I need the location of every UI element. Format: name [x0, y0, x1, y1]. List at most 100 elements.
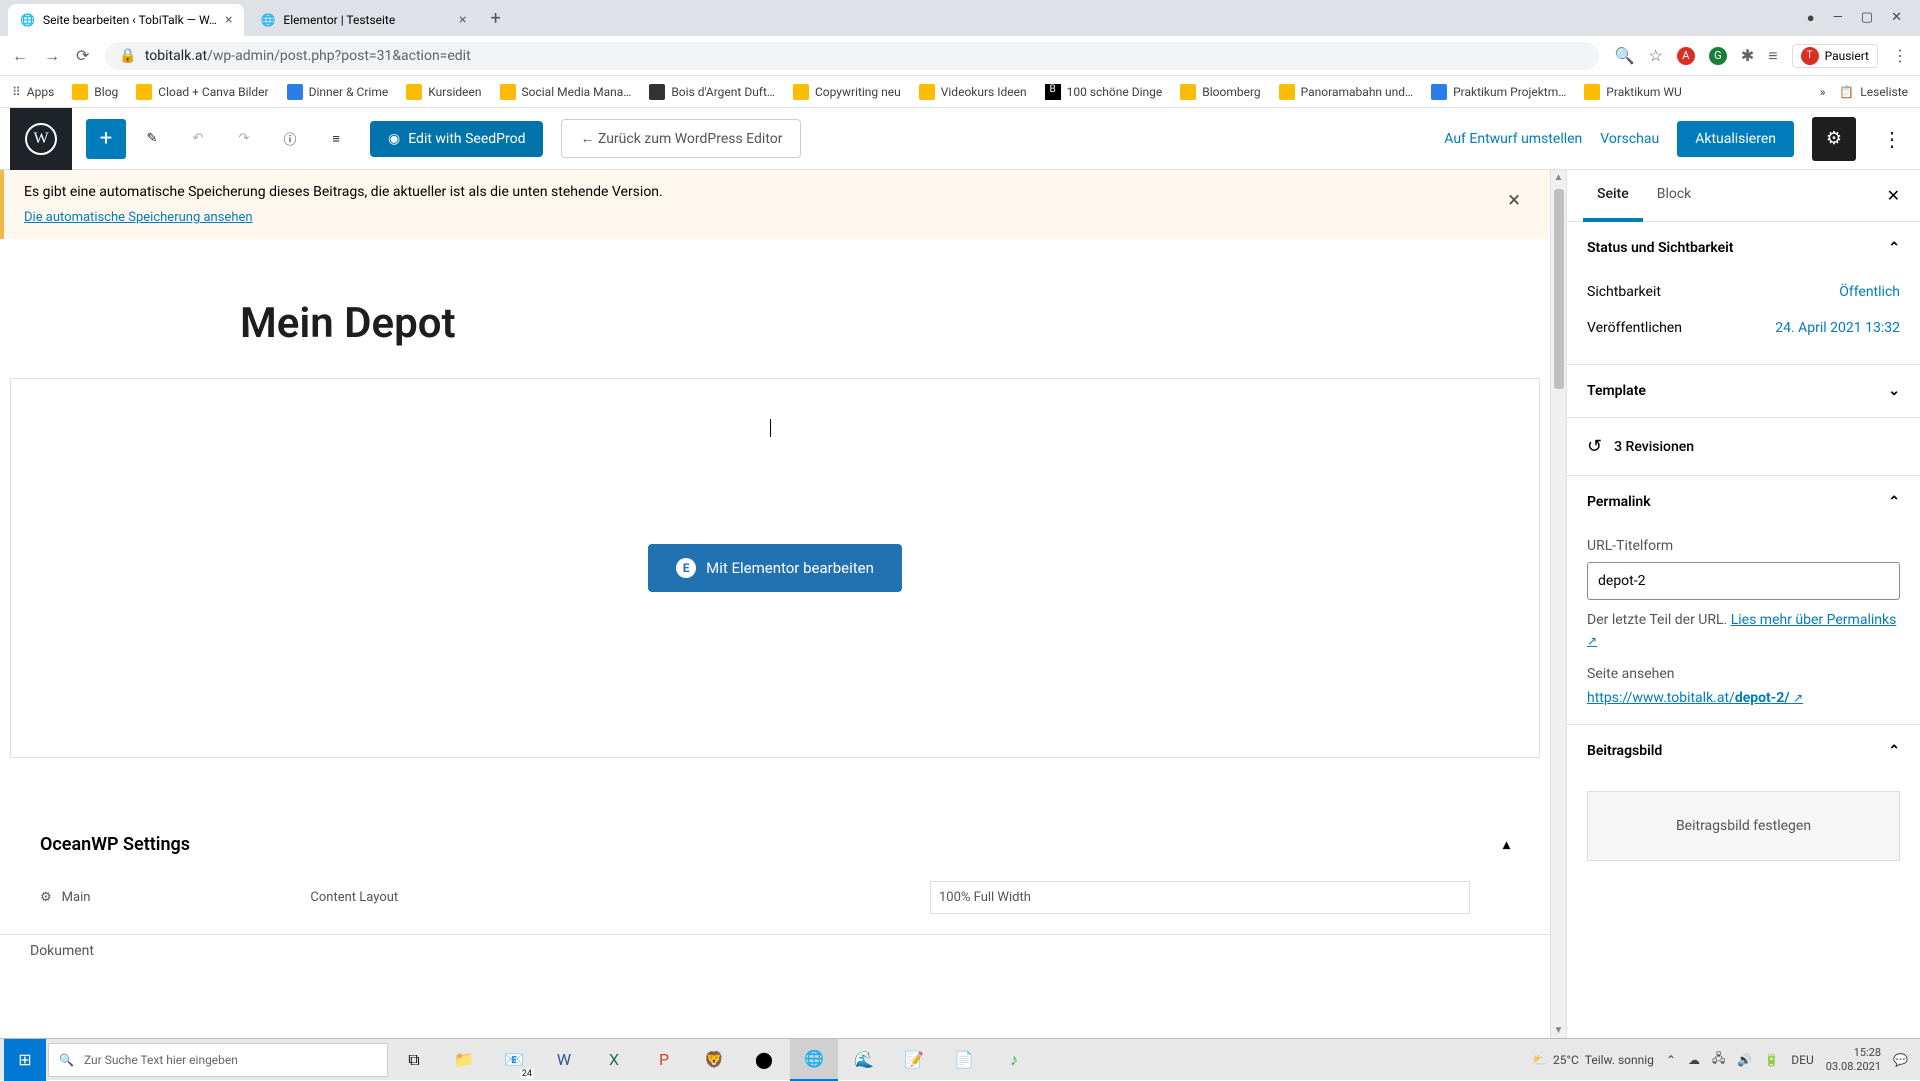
reading-list-button[interactable]: 📋Leseliste — [1839, 85, 1908, 99]
kebab-menu-icon[interactable]: ⋮ — [1892, 46, 1908, 65]
set-featured-image-button[interactable]: Beitragsbild festlegen — [1587, 791, 1900, 861]
document-breadcrumb[interactable]: Dokument — [0, 934, 1550, 967]
bookmark-item[interactable]: Praktikum Projektm… — [1431, 84, 1566, 100]
scroll-up-icon[interactable]: ▲ — [1554, 170, 1564, 185]
extensions-puzzle-icon[interactable]: ✱ — [1741, 46, 1754, 65]
scroll-thumb[interactable] — [1554, 189, 1564, 389]
bookmark-item[interactable]: B100 schöne Dinge — [1045, 84, 1163, 100]
url-slug-input[interactable] — [1587, 562, 1900, 600]
language-indicator[interactable]: DEU — [1791, 1053, 1813, 1067]
clock[interactable]: 15:28 03.08.2021 — [1826, 1046, 1881, 1072]
outline-icon[interactable]: ≡ — [316, 119, 356, 159]
spotify-icon[interactable]: ♪ — [990, 1039, 1038, 1081]
publish-date[interactable]: 24. April 2021 13:32 — [1775, 320, 1900, 336]
details-icon[interactable]: ⓘ — [270, 119, 310, 159]
brave-icon[interactable]: 🦁 — [690, 1039, 738, 1081]
word-icon[interactable]: W — [540, 1039, 588, 1081]
bookmark-item[interactable]: Videokurs Ideen — [919, 84, 1027, 100]
scroll-down-icon[interactable]: ▼ — [1554, 1023, 1564, 1038]
extension-grammarly-icon[interactable]: G — [1709, 47, 1727, 65]
close-tab-icon[interactable]: × — [225, 12, 232, 28]
editor-app-icon[interactable]: 📝 — [890, 1039, 938, 1081]
switch-to-draft-link[interactable]: Auf Entwurf umstellen — [1444, 131, 1582, 147]
minimize-icon[interactable]: — — [1833, 10, 1843, 26]
account-dot-icon[interactable]: ● — [1807, 10, 1815, 26]
bookmark-item[interactable]: Social Media Mana… — [500, 84, 632, 100]
file-explorer-icon[interactable]: 📁 — [440, 1039, 488, 1081]
bookmark-item[interactable]: Dinner & Crime — [287, 84, 389, 100]
preview-link[interactable]: Vorschau — [1600, 131, 1659, 147]
new-tab-button[interactable]: + — [482, 8, 508, 29]
taskbar-search[interactable]: 🔍 Zur Suche Text hier eingeben — [48, 1043, 388, 1077]
apps-button[interactable]: ⠿Apps — [12, 85, 54, 99]
notifications-icon[interactable]: 💬 — [1893, 1053, 1908, 1067]
close-notice-icon[interactable]: × — [1508, 188, 1520, 213]
star-icon[interactable]: ☆ — [1648, 46, 1662, 65]
reading-list-icon[interactable]: ≡ — [1768, 46, 1777, 66]
volume-icon[interactable]: 🔊 — [1737, 1053, 1752, 1067]
panel-header-permalink[interactable]: Permalink ⌃ — [1567, 476, 1920, 528]
content-layout-select[interactable]: 100% Full Width — [930, 881, 1470, 914]
task-view-icon[interactable]: ⧉ — [390, 1039, 438, 1081]
tray-overflow-icon[interactable]: ⌃ — [1666, 1053, 1676, 1067]
back-icon[interactable]: ← — [12, 46, 28, 66]
bookmark-item[interactable]: Praktikum WU — [1584, 84, 1681, 100]
autosave-link[interactable]: Die automatische Speicherung ansehen — [24, 210, 253, 225]
zoom-icon[interactable]: 🔍 — [1615, 46, 1635, 65]
bookmark-item[interactable]: Copywriting neu — [793, 84, 901, 100]
browser-tab-active[interactable]: 🌐 Seite bearbeiten ‹ TobiTalk — W… × — [8, 4, 244, 36]
reload-icon[interactable]: ⟳ — [76, 46, 89, 65]
maximize-icon[interactable]: ▢ — [1861, 10, 1873, 26]
bookmark-item[interactable]: Blog — [72, 84, 118, 100]
excel-icon[interactable]: X — [590, 1039, 638, 1081]
edge-icon[interactable]: 🌊 — [840, 1039, 888, 1081]
bookmark-overflow-icon[interactable]: » — [1820, 85, 1826, 99]
visibility-value[interactable]: Öffentlich — [1839, 284, 1900, 300]
profile-badge[interactable]: T Pausiert — [1792, 44, 1878, 68]
bookmark-item[interactable]: Bloomberg — [1180, 84, 1260, 100]
edit-with-elementor-button[interactable]: E Mit Elementor bearbeiten — [648, 544, 902, 592]
options-kebab-icon[interactable]: ⋮ — [1874, 127, 1910, 151]
add-block-button[interactable]: + — [86, 119, 126, 159]
redo-icon[interactable]: ↷ — [224, 119, 264, 159]
close-tab-icon[interactable]: × — [459, 12, 466, 28]
tools-pencil-icon[interactable]: ✎ — [132, 119, 172, 159]
collapse-icon[interactable]: ▴ — [1503, 837, 1510, 853]
tab-block[interactable]: Block — [1643, 170, 1706, 221]
close-sidebar-icon[interactable]: ✕ — [1883, 170, 1904, 221]
revisions-link[interactable]: ↺ 3 Revisionen — [1567, 418, 1920, 475]
close-window-icon[interactable]: ✕ — [1891, 10, 1902, 26]
update-button[interactable]: Aktualisieren — [1677, 121, 1794, 157]
network-icon[interactable]: 🖧 — [1712, 1049, 1725, 1070]
post-title[interactable]: Mein Depot — [240, 299, 1310, 348]
onedrive-icon[interactable]: ☁ — [1688, 1053, 1700, 1067]
forward-icon[interactable]: → — [44, 46, 60, 66]
page-url-link[interactable]: https://www.tobitalk.at/depot-2/ ↗ — [1587, 690, 1803, 706]
browser-tab[interactable]: 🌐 Elementor | Testseite × — [248, 4, 478, 36]
tab-page[interactable]: Seite — [1583, 170, 1643, 221]
wordpress-logo[interactable] — [10, 108, 72, 170]
chrome-icon[interactable]: 🌐 — [790, 1039, 838, 1081]
bookmark-item[interactable]: Bois d'Argent Duft… — [649, 84, 775, 100]
bookmark-item[interactable]: Kursideen — [406, 84, 481, 100]
settings-gear-icon[interactable]: ⚙ — [1812, 117, 1856, 161]
powerpoint-icon[interactable]: P — [640, 1039, 688, 1081]
back-to-wp-editor-button[interactable]: ← Zurück zum WordPress Editor — [561, 119, 801, 158]
undo-icon[interactable]: ↶ — [178, 119, 218, 159]
obs-icon[interactable]: ⬤ — [740, 1039, 788, 1081]
oceanwp-settings-header[interactable]: OceanWP Settings ▴ — [10, 818, 1540, 871]
panel-header-status[interactable]: Status und Sichtbarkeit ⌃ — [1567, 222, 1920, 274]
weather-widget[interactable]: ⛅ 25°C Teilw. sonnig — [1532, 1053, 1654, 1067]
bookmark-item[interactable]: Cload + Canva Bilder — [136, 84, 268, 100]
panel-header-template[interactable]: Template ⌄ — [1567, 365, 1920, 417]
edit-with-seedprod-button[interactable]: ◉ Edit with SeedProd — [370, 121, 543, 157]
panel-header-featured[interactable]: Beitragsbild ⌃ — [1567, 725, 1920, 777]
battery-icon[interactable]: 🔋 — [1764, 1053, 1779, 1067]
start-button[interactable]: ⊞ — [4, 1039, 46, 1081]
address-bar[interactable]: 🔒 tobitalk.at/wp-admin/post.php?post=31&… — [105, 42, 1598, 70]
extension-abp-icon[interactable]: A — [1677, 47, 1695, 65]
bookmark-item[interactable]: Panoramabahn und… — [1279, 84, 1413, 100]
notepad-icon[interactable]: 📄 — [940, 1039, 988, 1081]
mail-icon[interactable]: 📧24 — [490, 1039, 538, 1081]
oceanwp-tab-main[interactable]: ⚙ Main — [40, 890, 90, 905]
